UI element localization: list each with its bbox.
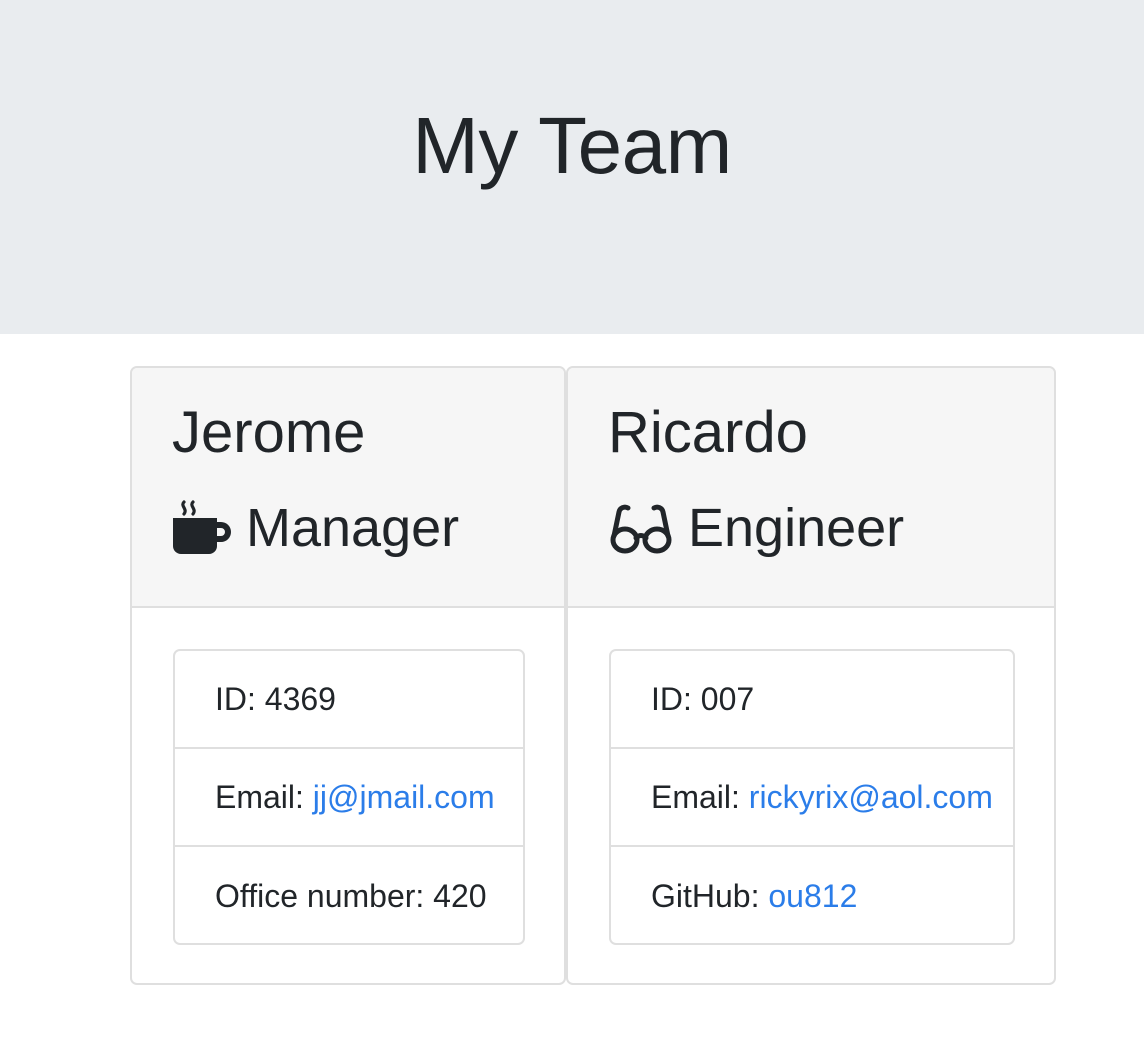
header-jumbotron: My Team [0, 0, 1144, 334]
email-label: Email: [651, 778, 749, 815]
card-header: Ricardo Engineer [568, 368, 1054, 608]
list-item-github: GitHub: ou812 [611, 847, 1013, 943]
list-item-email: Email: rickyrix@aol.com [611, 749, 1013, 847]
employee-role: Manager [172, 493, 459, 563]
employee-card-engineer: Ricardo Engineer ID: 007 Email: rickyrix… [566, 366, 1056, 985]
id-label: ID: [215, 680, 265, 717]
page-title: My Team [412, 101, 732, 190]
email-label: Email: [215, 778, 313, 815]
list-item-id: ID: 4369 [175, 651, 523, 749]
glasses-icon [608, 498, 674, 558]
id-value: 4369 [264, 680, 336, 717]
info-list: ID: 4369 Email: jj@jmail.com Office numb… [173, 649, 525, 945]
list-item-email: Email: jj@jmail.com [175, 749, 523, 847]
role-label: Engineer [688, 498, 905, 558]
employee-card-manager: Jerome Manager ID: 4369 Email: jj@jmail.… [130, 366, 566, 985]
employee-role: Engineer [608, 493, 904, 563]
github-label: GitHub: [651, 877, 769, 914]
mug-hot-icon [172, 498, 232, 558]
id-value: 007 [700, 680, 755, 717]
list-item-office-number: Office number: 420 [175, 847, 523, 943]
info-list: ID: 007 Email: rickyrix@aol.com GitHub: … [609, 649, 1015, 945]
role-label: Manager [246, 498, 460, 558]
employee-name: Ricardo [608, 400, 808, 465]
email-link[interactable]: rickyrix@aol.com [749, 779, 993, 816]
list-item-id: ID: 007 [611, 651, 1013, 749]
employee-name: Jerome [172, 400, 366, 465]
office-number-label: Office number: [215, 877, 434, 914]
id-label: ID: [651, 680, 701, 717]
github-link[interactable]: ou812 [768, 878, 857, 915]
card-header: Jerome Manager [132, 368, 564, 608]
email-link[interactable]: jj@jmail.com [313, 779, 495, 816]
office-number-value: 420 [433, 877, 487, 914]
